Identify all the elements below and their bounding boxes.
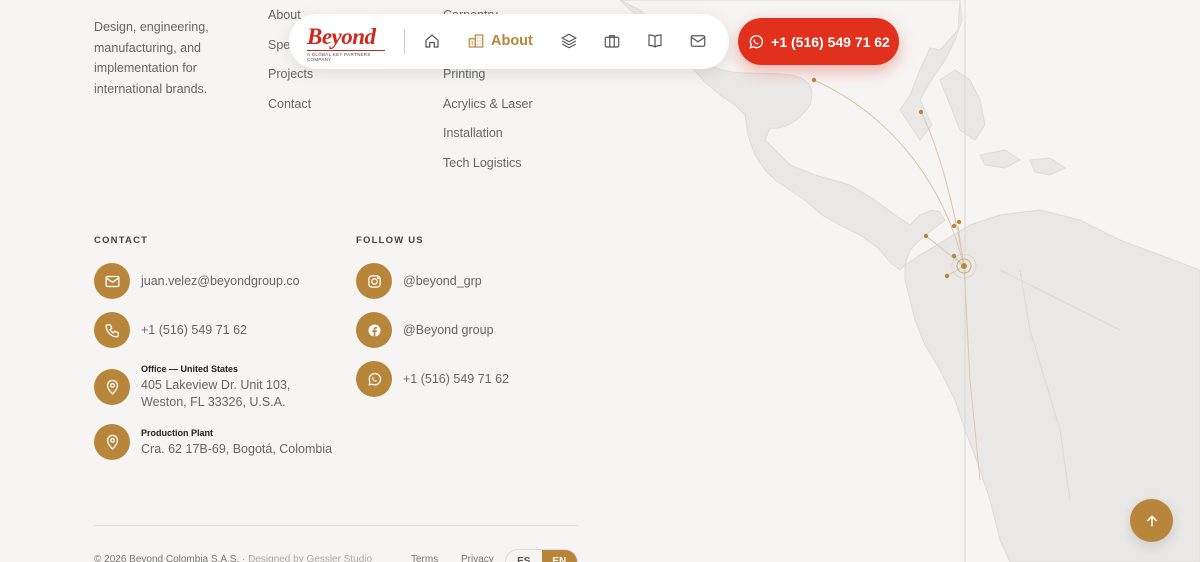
contact-email-row[interactable]: juan.velez@beyondgroup.co (94, 263, 300, 299)
footer-link-printing[interactable]: Printing (443, 67, 533, 97)
nav-about[interactable]: About (467, 31, 533, 51)
nav-blog[interactable] (646, 31, 664, 51)
plant-address: Production Plant Cra. 62 17B-69, Bogotá,… (141, 427, 332, 458)
mail-icon (94, 263, 130, 299)
footer-tagline: Design, engineering, manufacturing, and … (94, 20, 209, 96)
instagram-row[interactable]: @beyond_grp (356, 263, 482, 299)
contact-phone-row[interactable]: +1 (516) 549 71 62 (94, 312, 247, 348)
facebook-handle: @Beyond group (403, 322, 494, 337)
logo-tagline: A GLOBAL KEY PARTNERS COMPANY (307, 50, 385, 62)
terms-link[interactable]: Terms (411, 554, 438, 562)
world-map-graphic (619, 0, 1200, 562)
office-address-line1: 405 Lakeview Dr. Unit 103, (141, 378, 291, 392)
phone-cta-button[interactable]: +1 (516) 549 71 62 (738, 18, 899, 65)
nav-contact[interactable] (689, 31, 707, 51)
nav-separator (404, 29, 405, 54)
nav-projects[interactable] (603, 31, 621, 51)
plant-label: Production Plant (141, 427, 213, 438)
instagram-handle: @beyond_grp (403, 273, 482, 288)
contact-plant-row: Production Plant Cra. 62 17B-69, Bogotá,… (94, 424, 332, 460)
office-address-line2: Weston, FL 33326, U.S.A. (141, 395, 286, 409)
footer-divider (94, 525, 578, 526)
privacy-link[interactable]: Privacy (461, 554, 494, 562)
mail-icon (690, 35, 706, 47)
whatsapp-row[interactable]: +1 (516) 549 71 62 (356, 361, 509, 397)
layers-icon (561, 33, 577, 49)
facebook-row[interactable]: @Beyond group (356, 312, 494, 348)
lang-es-button[interactable]: ES (506, 550, 542, 562)
logo-wordmark: Beyond (307, 24, 376, 49)
arrow-up-icon (1146, 514, 1157, 526)
copyright: © 2026 Beyond Colombia S.A.S. (94, 554, 240, 562)
location-pin-icon (94, 424, 130, 460)
instagram-icon (356, 263, 392, 299)
footer-link-tech-logistics[interactable]: Tech Logistics (443, 156, 533, 186)
footer-link-installation[interactable]: Installation (443, 126, 533, 156)
floating-navbar: Beyond A GLOBAL KEY PARTNERS COMPANY Abo… (289, 14, 729, 69)
facebook-icon (356, 312, 392, 348)
contact-heading: CONTACT (94, 235, 149, 246)
contact-office-row: Office — United States 405 Lakeview Dr. … (94, 363, 290, 411)
designed-by-link[interactable]: · Designed by Gessler Studio (239, 554, 372, 562)
office-label: Office — United States (141, 364, 239, 374)
home-icon (425, 34, 439, 48)
contact-phone: +1 (516) 549 71 62 (141, 322, 247, 337)
nav-services[interactable] (560, 31, 578, 51)
language-switcher: ES EN (505, 549, 578, 562)
book-icon (648, 34, 662, 48)
phone-cta-label: +1 (516) 549 71 62 (771, 33, 890, 50)
contact-email: juan.velez@beyondgroup.co (141, 273, 300, 288)
plant-address-line: Cra. 62 17B-69, Bogotá, Colombia (141, 441, 333, 456)
copyright-text: © 2026 Beyond Colombia S.A.S. · Designed… (94, 554, 372, 562)
scroll-to-top-button[interactable] (1130, 499, 1173, 542)
footer-link-acrylics[interactable]: Acrylics & Laser (443, 97, 533, 127)
whatsapp-icon (356, 361, 392, 397)
briefcase-icon (604, 35, 620, 48)
building-icon (468, 34, 484, 48)
nav-home[interactable] (423, 31, 441, 51)
follow-heading: FOLLOW US (356, 235, 424, 246)
nav-about-label: About (491, 33, 533, 49)
lang-en-button[interactable]: EN (541, 550, 577, 562)
whatsapp-icon (749, 34, 764, 49)
location-pin-icon (94, 369, 130, 405)
phone-icon (94, 312, 130, 348)
beyond-logo[interactable]: Beyond A GLOBAL KEY PARTNERS COMPANY (307, 24, 397, 62)
footer-link-contact[interactable]: Contact (268, 97, 313, 127)
office-address: Office — United States 405 Lakeview Dr. … (141, 363, 290, 411)
footer-link-projects[interactable]: Projects (268, 67, 313, 97)
whatsapp-number: +1 (516) 549 71 62 (403, 371, 509, 386)
legal-links: Terms Privacy (411, 554, 514, 562)
